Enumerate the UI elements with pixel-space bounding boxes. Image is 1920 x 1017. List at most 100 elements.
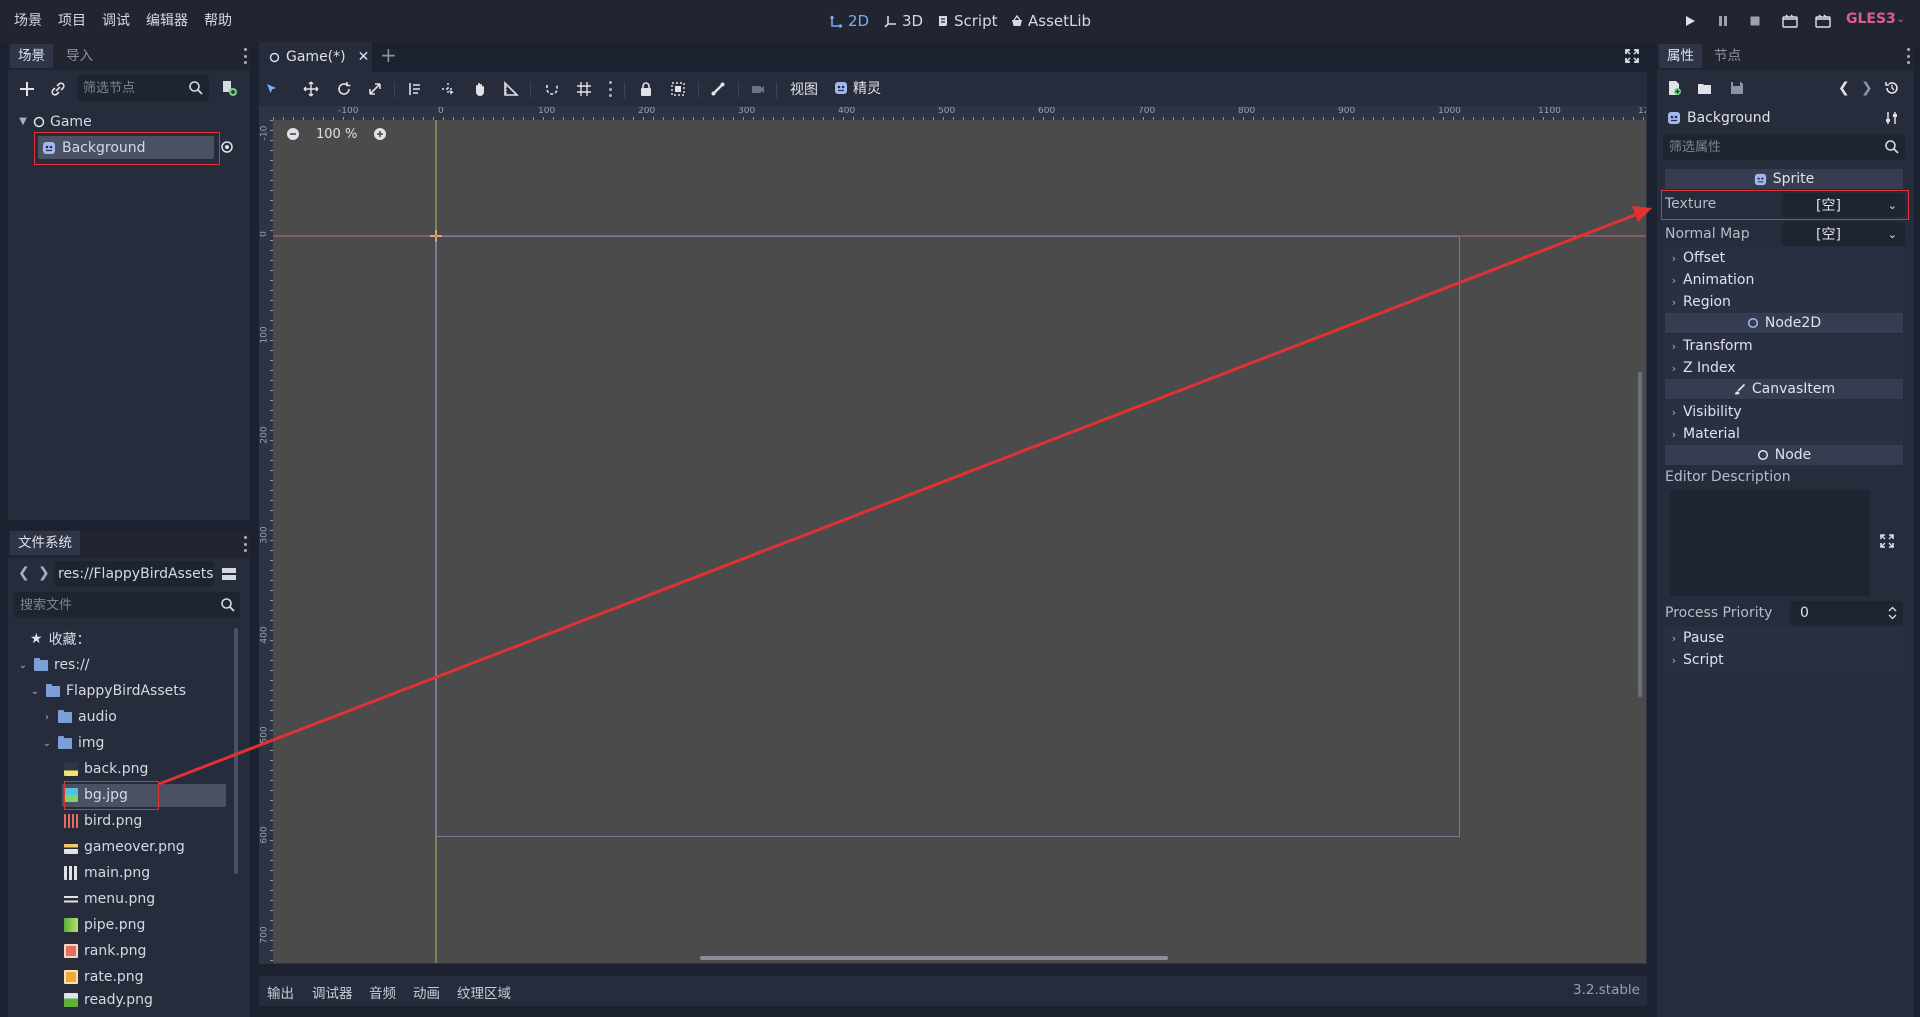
folder-row-res[interactable]: ⌄ res:// [18,654,90,676]
file-row[interactable]: main.png [64,862,150,884]
inspected-object[interactable]: Background [1667,110,1771,126]
move-tool-icon[interactable] [301,79,321,99]
file-row[interactable]: back.png [64,758,148,780]
grid-snap-icon[interactable] [574,79,594,99]
property-filter-box[interactable] [1663,134,1905,160]
pan-hand-icon[interactable] [470,79,490,99]
folder-row-img[interactable]: ⌄ img [42,732,105,754]
file-row[interactable]: bird.png [64,810,142,832]
filesystem-scrollbar[interactable] [234,628,238,874]
bone-icon[interactable] [708,79,728,99]
zoom-in-icon[interactable] [373,127,387,141]
add-scene-tab-icon[interactable]: + [380,43,397,67]
load-resource-icon[interactable] [1697,80,1713,96]
normal-map-resource-picker[interactable]: [空] ⌄ [1782,222,1905,246]
zoom-out-icon[interactable] [286,127,300,141]
group-animation[interactable]: › Animation [1665,269,1903,291]
group-pause[interactable]: › Pause [1665,627,1903,649]
workspace-script-button[interactable]: Script [936,9,998,33]
spin-arrows-icon[interactable] [1888,606,1897,620]
play-custom-scene-icon[interactable] [1813,11,1833,31]
group-icon[interactable] [668,79,688,99]
select-tool-icon[interactable] [262,79,282,99]
tab-node[interactable]: 节点 [1706,44,1749,68]
close-icon[interactable]: ✕ [358,49,370,65]
history-icon[interactable] [1884,80,1900,96]
scene-dock-menu-icon[interactable] [243,48,247,64]
history-forward-icon[interactable]: ❯ [1861,80,1873,96]
tab-scene[interactable]: 场景 [10,44,53,68]
menu-debug[interactable]: 调试 [102,10,130,30]
add-node-icon[interactable] [18,80,36,98]
group-material[interactable]: › Material [1665,423,1903,445]
pivot-crosshair-icon[interactable] [429,229,443,243]
save-resource-icon[interactable] [1729,80,1745,96]
folder-row-flappybirdassets[interactable]: ⌄ FlappyBirdAssets [30,680,186,702]
process-priority-spinbox[interactable]: 0 [1790,601,1903,625]
smart-snap-icon[interactable] [542,79,562,99]
file-row[interactable]: pipe.png [64,914,145,936]
file-row[interactable]: ready.png [64,992,153,1008]
split-view-icon[interactable] [221,566,237,582]
lock-icon[interactable] [636,79,656,99]
file-row[interactable]: menu.png [64,888,155,910]
workspace-assetlib-button[interactable]: AssetLib [1010,9,1091,33]
tab-animation[interactable]: 动画 [413,982,440,1002]
group-z-index[interactable]: › Z Index [1665,357,1903,379]
tab-import[interactable]: 导入 [58,44,101,68]
chevron-down-icon[interactable]: ▼ [18,116,28,127]
renderer-select[interactable]: GLES3 [1846,11,1896,27]
group-visibility[interactable]: › Visibility [1665,401,1903,423]
canvas-vscrollbar[interactable] [1638,372,1642,697]
tab-debugger[interactable]: 调试器 [312,982,353,1002]
workspace-3d-button[interactable]: 3D [884,9,923,33]
tab-filesystem[interactable]: 文件系统 [10,531,80,555]
object-properties-icon[interactable] [1884,110,1900,126]
scene-tab-game[interactable]: Game(*) ✕ [259,42,372,72]
history-back-icon[interactable]: ❮ [1838,80,1850,96]
texture-resource-picker[interactable]: [空] ⌄ [1782,193,1905,217]
list-select-icon[interactable] [405,79,425,99]
group-offset[interactable]: › Offset [1665,247,1903,269]
play-scene-icon[interactable] [1780,11,1800,31]
tab-output[interactable]: 输出 [267,982,294,1002]
workspace-2d-button[interactable]: 2D [830,9,869,33]
distraction-free-icon[interactable] [1624,48,1640,64]
tree-node-background[interactable]: Background [42,137,146,158]
tab-texture-region[interactable]: 纹理区域 [457,982,511,1002]
tab-inspector[interactable]: 属性 [1659,44,1702,68]
group-script[interactable]: › Script [1665,649,1903,671]
view-menu[interactable]: 视图 [790,79,818,99]
stop-icon[interactable] [1745,11,1765,31]
canvas-viewport[interactable]: -100 0 100 200 300 400 500 600 700 800 9… [259,106,1647,964]
snap-options-icon[interactable] [608,81,612,97]
attach-script-icon[interactable] [220,79,238,97]
canvas-hscrollbar[interactable] [700,956,1168,960]
menu-scene[interactable]: 场景 [14,10,42,30]
file-search-input[interactable] [14,592,240,618]
property-filter-input[interactable] [1663,134,1905,160]
pause-icon[interactable] [1713,11,1733,31]
group-transform[interactable]: › Transform [1665,335,1903,357]
file-search-box[interactable] [14,592,240,618]
group-region[interactable]: › Region [1665,291,1903,313]
create-resource-icon[interactable] [1666,80,1682,96]
nav-forward-icon[interactable]: ❯ [38,565,50,581]
scale-tool-icon[interactable] [365,79,385,99]
menu-project[interactable]: 项目 [58,10,86,30]
visibility-eye-icon[interactable] [220,140,234,154]
zoom-level[interactable]: 100 % [316,127,357,142]
menu-help[interactable]: 帮助 [204,10,232,30]
tab-audio[interactable]: 音频 [369,982,396,1002]
instance-link-icon[interactable] [49,80,67,98]
file-row[interactable]: rank.png [64,940,146,962]
editor-description-textarea[interactable] [1670,490,1870,596]
tree-node-game[interactable]: ▼ Game [18,111,92,132]
filesystem-menu-icon[interactable] [243,536,247,552]
pivot-tool-icon[interactable] [438,79,458,99]
play-icon[interactable] [1680,11,1700,31]
folder-row-audio[interactable]: › audio [42,706,117,728]
rotate-tool-icon[interactable] [334,79,354,99]
inspector-menu-icon[interactable] [1906,48,1910,64]
menu-editor[interactable]: 编辑器 [146,10,188,30]
